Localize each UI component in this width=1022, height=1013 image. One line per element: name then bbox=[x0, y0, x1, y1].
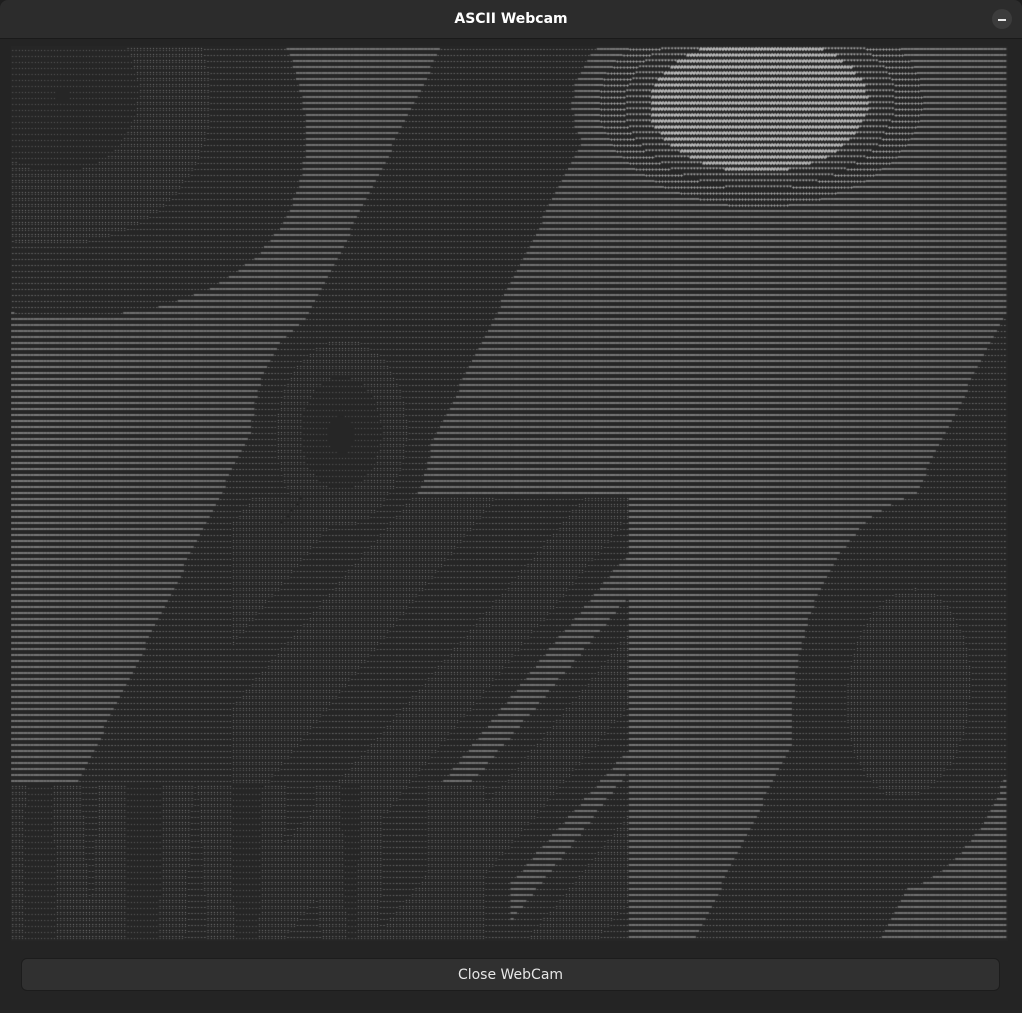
minimize-icon bbox=[998, 19, 1006, 21]
ascii-webcam-view bbox=[11, 46, 1008, 941]
close-webcam-button[interactable]: Close WebCam bbox=[21, 958, 1000, 991]
app-window: ASCII Webcam Close WebCam bbox=[0, 0, 1022, 1013]
title-bar[interactable]: ASCII Webcam bbox=[0, 0, 1022, 39]
ascii-frame bbox=[11, 46, 1008, 941]
window-title: ASCII Webcam bbox=[454, 11, 568, 27]
minimize-button[interactable] bbox=[992, 9, 1012, 29]
